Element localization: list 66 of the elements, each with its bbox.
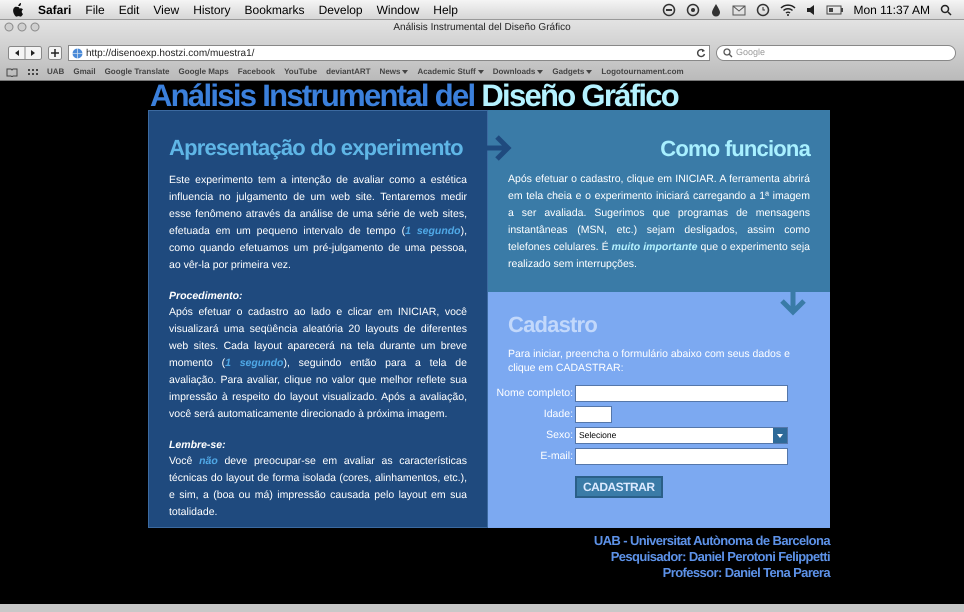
section-heading: Apresentação do experimento (169, 134, 464, 162)
bookmark[interactable]: Gadgets (552, 66, 592, 78)
menu-item[interactable]: Bookmarks (244, 0, 305, 18)
battery-icon[interactable] (826, 4, 844, 14)
paragraph: Após efetuar o cadastro, clique em INICIAR. A ferramenta abrirá em tela cheia e o experimento iniciará carregando a 1ª imagem a ser avaliada. Sugerimos que programas de mensagens instantâneas (MSN, etc.) sejam desligados, assim como telefones celulares. É muito importante que o experimento seja realizado sem interrupções. (508, 172, 810, 272)
menu-item[interactable]: Edit (118, 0, 140, 18)
paragraph: Este experimento tem a intenção de avaliar como a estética influencia no julgamento de um web site. Tentaremos medir esse fenômeno através da análise de uma série de web sites, efetuada em um pequeno intervalo de tempo (1 segundo), como quando efetuamos um pré-julgamento de uma pessoa, ao vêr-la por primeira vez. (169, 173, 467, 273)
paragraph: Para iniciar, preencha o formulário abaixo com seus dados e clique em CADASTRAR: (508, 347, 791, 375)
menu-item[interactable]: Develop (318, 0, 363, 18)
bookmark[interactable]: Google Maps (178, 66, 229, 78)
section-subheading: Lembre-se: (169, 438, 227, 453)
page-title: Análisis Instrumental del Diseño Gráfico (149, 81, 680, 110)
menu-clock[interactable]: Mon 11:37 AM (854, 0, 930, 18)
speaker-icon[interactable] (806, 4, 816, 16)
bookmark[interactable]: Academic Stuff (417, 66, 484, 78)
paragraph: Você não deve preocupar-se em avaliar as características técnicas do layout de forma isolada (cores, alinhamentos, etc.), e sim, a (boa ou má) impressão causada pelo layout em sua totalidade. (169, 454, 467, 520)
field-label: E-mail: (539, 448, 573, 464)
section-heading: Cadastro (508, 311, 598, 339)
reload-icon (696, 48, 706, 58)
menu-item[interactable]: View (153, 0, 180, 18)
mail-icon[interactable] (732, 4, 746, 16)
input-field[interactable] (575, 385, 788, 402)
select-field[interactable]: Selecione (575, 427, 788, 444)
drop-icon[interactable] (710, 2, 722, 16)
window-title: Análisis Instrumental del Diseño Gráfico (393, 20, 571, 34)
bookmark[interactable]: Downloads (492, 66, 544, 78)
section-heading: Como funciona (659, 135, 810, 163)
menu-item[interactable]: File (85, 0, 105, 18)
plus-icon[interactable] (48, 46, 62, 60)
apple-icon (12, 2, 24, 16)
search-icon[interactable] (940, 4, 952, 16)
clock-icon[interactable] (756, 2, 770, 16)
book-icon[interactable] (6, 68, 18, 76)
search-placeholder: Google (736, 46, 766, 60)
search-icon (723, 48, 733, 58)
globe-icon (72, 48, 83, 58)
url-text: http://disenoexp.hostzi.com/muestra1/ (86, 46, 256, 60)
menu-item[interactable]: Help (433, 0, 458, 18)
register-button[interactable]: CADASTRAR (575, 476, 662, 498)
wifi-icon[interactable] (780, 4, 796, 16)
window-controls-icon[interactable] (4, 22, 40, 32)
search-field[interactable]: Google (716, 45, 956, 61)
bookmark[interactable]: UAB (47, 66, 64, 78)
bookmark[interactable]: Logotournament.com (601, 66, 684, 78)
bookmark[interactable]: Gmail (73, 66, 96, 78)
field-label: Sexo: (545, 428, 573, 443)
credit-line: UAB - Universitat Autònoma de Barcelona (594, 533, 830, 549)
credit-line: Professor: Daniel Tena Parera (662, 565, 830, 581)
address-field[interactable]: http://disenoexp.hostzi.com/muestra1/ (68, 45, 710, 61)
menu-item[interactable]: Window (376, 0, 420, 18)
app-menu[interactable]: Safari (38, 0, 72, 18)
bookmark[interactable]: deviantART (326, 66, 371, 78)
input-field[interactable] (575, 448, 788, 465)
field-label: Nome completo: (496, 386, 573, 401)
grid-icon[interactable] (27, 68, 38, 76)
paragraph: Após efetuar o cadastro ao lado e clicar em INICIAR, você visualizará uma seqüência aleatória 20 layouts de diferentes web sites. Cada layout aparecerá na tela durante um breve momento (1 segundo), seguindo então para a tela de avaliação. Para avaliar, clique no valor que melhor reflete sua impressão à respeito do layout visualizado. Após a avaliação, você será automaticamente direcionado à próxima imagem. (169, 305, 467, 422)
bookmark[interactable]: Facebook (238, 66, 276, 78)
bookmark[interactable]: YouTube (284, 66, 318, 78)
section-subheading: Procedimento: (169, 289, 244, 304)
input-field[interactable] (575, 406, 612, 423)
credit-line: Pesquisador: Daniel Perotoni Felippetti (610, 549, 830, 565)
bookmark[interactable]: Google Translate (104, 66, 170, 78)
back-forward-icon[interactable] (8, 46, 42, 60)
menu-item[interactable]: History (193, 0, 231, 18)
field-label: Idade: (542, 406, 573, 422)
bookmark[interactable]: News (380, 66, 408, 78)
